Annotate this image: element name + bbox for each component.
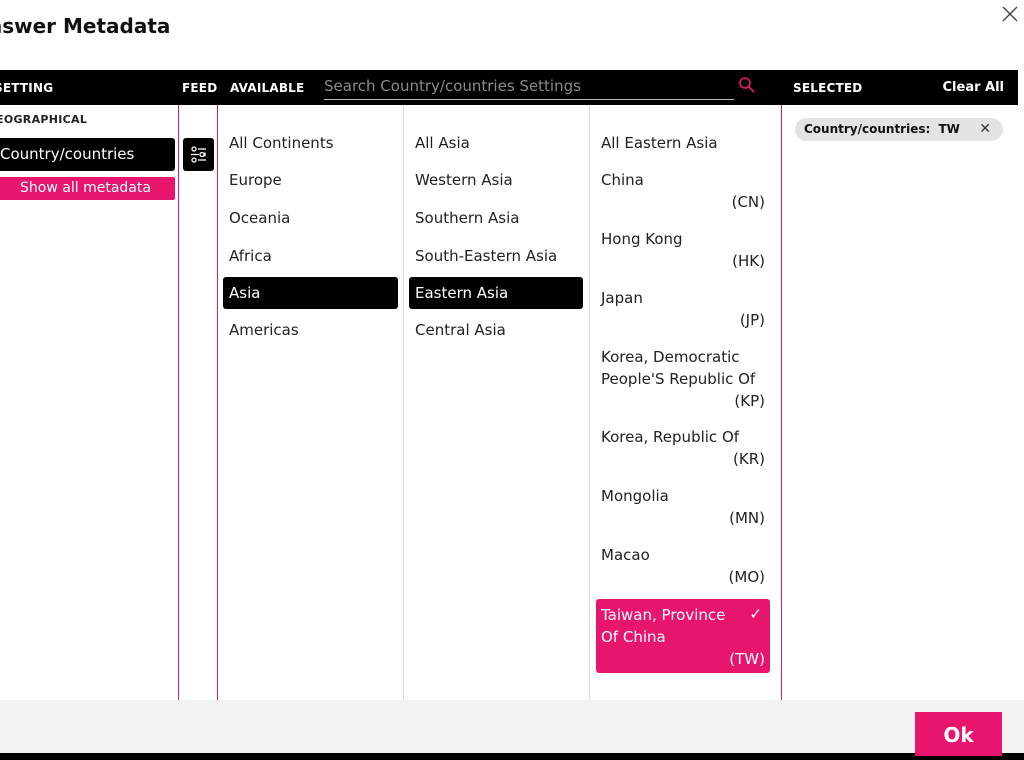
continent-item-selected[interactable]: Asia [223, 277, 398, 309]
search-field [324, 75, 734, 100]
country-code: (JP) [739, 311, 765, 329]
country-code: (HK) [732, 252, 765, 270]
region-item[interactable]: All Asia [415, 134, 470, 152]
filter-sliders-icon [191, 146, 206, 163]
country-item[interactable]: Japan (JP) [596, 287, 770, 331]
country-item[interactable]: Korea, Democratic People'S Republic Of (… [596, 346, 770, 412]
country-code: (KR) [733, 450, 765, 468]
country-name: Japan [601, 289, 643, 307]
region-item[interactable]: Central Asia [415, 321, 506, 339]
country-item[interactable]: China (CN) [596, 169, 770, 213]
setting-item-country[interactable]: Country/countries [0, 138, 175, 171]
region-item[interactable]: Southern Asia [415, 209, 519, 227]
divider [403, 105, 404, 700]
feed-header: FEED [182, 81, 218, 95]
country-code: (CN) [731, 193, 765, 211]
feed-button[interactable] [183, 138, 214, 171]
country-code: (TW) [729, 650, 765, 668]
remove-chip-icon[interactable]: ✕ [979, 118, 991, 141]
divider [178, 105, 179, 700]
divider [589, 105, 590, 700]
country-name: Hong Kong [601, 230, 683, 248]
chip-label: Country/countries: [804, 122, 931, 136]
country-name: Korea, Republic Of [601, 428, 740, 446]
setting-panel: EOGRAPHICAL Country/countries Show all m… [0, 105, 178, 700]
region-item[interactable]: South-Eastern Asia [415, 247, 557, 265]
country-code: (MN) [729, 509, 765, 527]
column-header-bar: SETTING FEED AVAILABLE SELECTED Clear Al… [0, 70, 1018, 105]
clear-all-link[interactable]: Clear All [943, 80, 1005, 95]
region-item-selected[interactable]: Eastern Asia [409, 277, 583, 309]
continent-item[interactable]: Oceania [229, 209, 290, 227]
country-name: Taiwan, Province Of China [601, 606, 726, 646]
available-header: AVAILABLE [230, 81, 305, 95]
selected-header: SELECTED [793, 81, 863, 95]
checkmark-icon: ✓ [749, 605, 762, 623]
country-name: Korea, Democratic People'S Republic Of [601, 348, 756, 388]
dialog-title: nswer Metadata [0, 14, 171, 38]
search-input[interactable] [324, 75, 734, 97]
country-name: China [601, 171, 644, 189]
continent-item[interactable]: Africa [229, 247, 272, 265]
country-item-checked[interactable]: Taiwan, Province Of China (TW) ✓ [596, 599, 770, 673]
country-name: Mongolia [601, 487, 669, 505]
country-item[interactable]: Hong Kong (HK) [596, 228, 770, 272]
continent-item[interactable]: All Continents [229, 134, 334, 152]
country-code: (KP) [734, 392, 765, 410]
region-item[interactable]: Western Asia [415, 171, 513, 189]
country-item[interactable]: Macao (MO) [596, 544, 770, 588]
continent-item[interactable]: Europe [229, 171, 282, 189]
chip-value: TW [938, 122, 960, 136]
footer [0, 700, 1024, 753]
divider [217, 105, 218, 700]
country-item-all[interactable]: All Eastern Asia [601, 134, 718, 152]
close-icon [1002, 6, 1018, 22]
setting-header: SETTING [0, 81, 54, 95]
setting-group-label: EOGRAPHICAL [0, 113, 88, 126]
country-item[interactable]: Korea, Republic Of (KR) [596, 426, 770, 470]
country-item[interactable]: Mongolia (MN) [596, 485, 770, 529]
country-code: (MO) [728, 568, 765, 586]
selected-chip: Country/countries: TW ✕ [795, 118, 1003, 141]
close-button[interactable] [1000, 4, 1020, 24]
search-icon[interactable] [738, 76, 756, 94]
continent-item[interactable]: Americas [229, 321, 299, 339]
bottom-strip [0, 753, 1024, 760]
divider [781, 105, 782, 700]
country-name: Macao [601, 546, 650, 564]
show-all-metadata-button[interactable]: Show all metadata [0, 177, 175, 200]
ok-button[interactable]: Ok [915, 712, 1002, 756]
